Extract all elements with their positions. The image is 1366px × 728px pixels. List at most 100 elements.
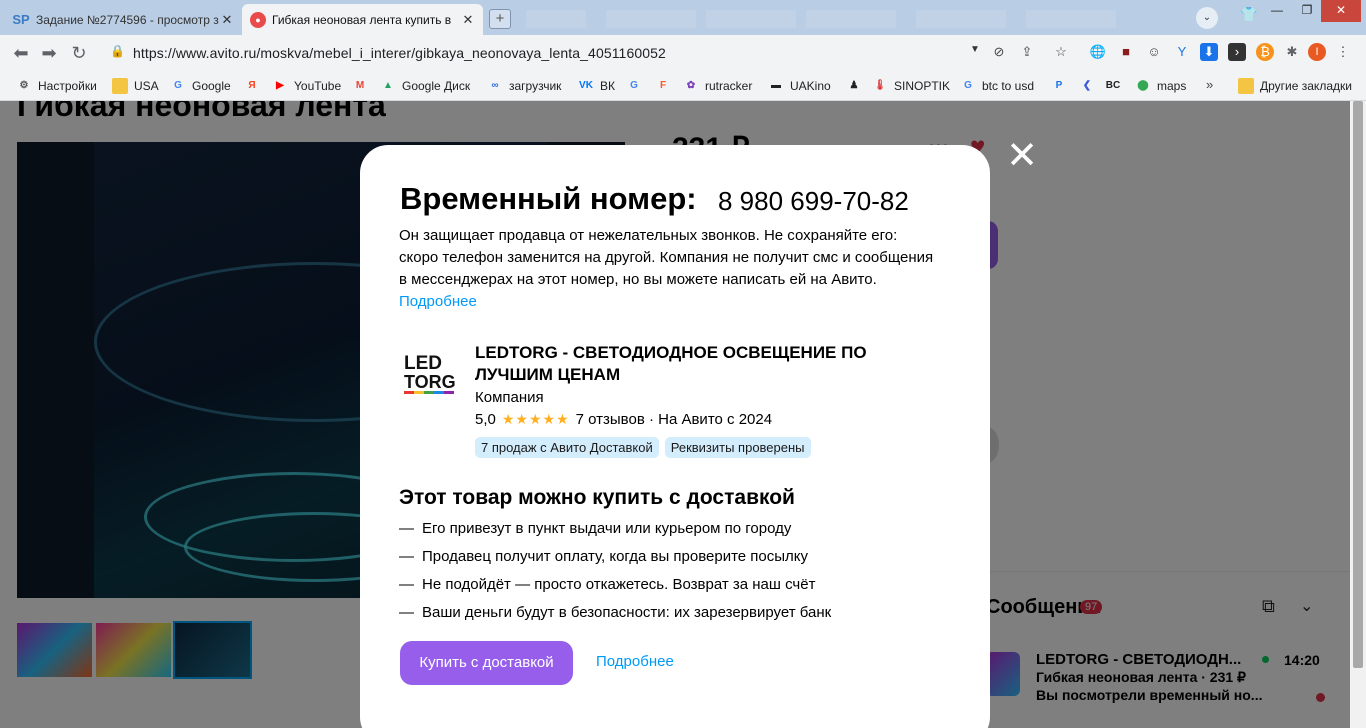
other-bookmarks[interactable]: Другие закладки bbox=[1238, 78, 1352, 94]
p-icon: P bbox=[1055, 80, 1063, 91]
minimize-button[interactable]: — bbox=[1260, 0, 1294, 22]
bookmark-item[interactable]: BC bbox=[1105, 78, 1127, 94]
tab-close-icon[interactable]: ✕ bbox=[461, 12, 475, 28]
bookmark-star-icon[interactable]: ☆ bbox=[1052, 43, 1070, 61]
bookmark-item[interactable]: ▶ YouTube bbox=[272, 78, 341, 94]
bookmark-label: ВК bbox=[600, 79, 615, 93]
url-text[interactable]: https://www.avito.ru/moskva/mebel_i_inte… bbox=[133, 45, 666, 61]
seller-name[interactable]: LEDTORG - СВЕТОДИОДНОЕ ОСВЕЩЕНИЕ ПО ЛУЧШ… bbox=[475, 342, 905, 386]
bookmark-item[interactable]: M bbox=[352, 78, 374, 94]
folder-icon bbox=[1238, 78, 1254, 94]
list-item: — Его привезут в пункт выдачи или курьеро… bbox=[399, 520, 792, 537]
more-info-link[interactable]: Подробнее bbox=[596, 653, 674, 670]
terminal-extension-icon[interactable]: › bbox=[1228, 43, 1246, 61]
uakino-icon: ▬ bbox=[771, 80, 781, 91]
y-extension-icon[interactable]: Y bbox=[1173, 43, 1191, 61]
rutracker-icon: ✿ bbox=[686, 80, 696, 91]
bookmark-item[interactable]: F bbox=[655, 78, 677, 94]
bookmark-item[interactable]: ✿ rutracker bbox=[683, 78, 753, 94]
close-modal-icon[interactable]: ✕ bbox=[1006, 137, 1038, 175]
bookmark-label: USA bbox=[134, 79, 159, 93]
bookmark-item[interactable]: P bbox=[1051, 78, 1073, 94]
ghost-tab[interactable] bbox=[526, 10, 586, 28]
description-text: Он защищает продавца от нежелательных зв… bbox=[399, 227, 934, 288]
ghost-tab[interactable] bbox=[706, 10, 796, 28]
extension-icon[interactable]: ■ bbox=[1117, 43, 1135, 61]
browser-toolbar: ⬅ ➡ ↻ 🔒 https://www.avito.ru/moskva/mebe… bbox=[0, 35, 1366, 101]
bookmark-label: UAKino bbox=[790, 79, 831, 93]
bookmarks-overflow-icon[interactable]: » bbox=[1206, 77, 1213, 92]
star-icon: ★★★★★ bbox=[501, 411, 570, 427]
bookmark-item[interactable]: G bbox=[626, 78, 648, 94]
drive-icon: ▲ bbox=[383, 80, 393, 91]
back-arrow-icon[interactable]: ⬅ bbox=[10, 42, 32, 64]
bookmark-item[interactable]: USA bbox=[112, 78, 159, 94]
new-tab-button[interactable]: + bbox=[489, 9, 511, 29]
page-scrollbar[interactable] bbox=[1350, 101, 1366, 728]
gear-icon: ⚙ bbox=[19, 80, 29, 91]
browser-tab-strip: SP Задание №2774596 - просмотр з ✕ ● Гиб… bbox=[0, 0, 1366, 35]
ghost-tab[interactable] bbox=[606, 10, 696, 28]
tab-title: Задание №2774596 - просмотр з bbox=[36, 12, 219, 27]
delivery-points: — Его привезут в пункт выдачи или курьеро… bbox=[399, 517, 831, 629]
bookmark-item[interactable]: ♟ bbox=[846, 78, 868, 94]
reload-icon[interactable]: ↻ bbox=[68, 42, 90, 64]
address-bar[interactable]: 🔒 https://www.avito.ru/moskva/mebel_i_in… bbox=[100, 39, 1000, 67]
ghost-tab[interactable] bbox=[806, 10, 896, 28]
tab-avito[interactable]: ● Гибкая неоновая лента купить в ✕ bbox=[242, 4, 483, 35]
face-extension-icon[interactable]: ☺ bbox=[1145, 43, 1163, 61]
buy-with-delivery-button[interactable]: Купить с доставкой bbox=[400, 641, 573, 685]
folder-icon bbox=[112, 78, 128, 94]
ghost-tab[interactable] bbox=[916, 10, 1006, 28]
globe-extension-icon[interactable]: 🌐 bbox=[1089, 43, 1107, 61]
seller-logo[interactable]: LED TORG bbox=[399, 351, 465, 397]
menu-icon[interactable]: ⋮ bbox=[1334, 43, 1352, 61]
maximize-button[interactable]: ❐ bbox=[1290, 0, 1324, 22]
sp-favicon-icon: SP bbox=[12, 12, 30, 27]
background-tabs bbox=[516, 4, 1176, 35]
bookmark-item[interactable]: ▬ UAKino bbox=[768, 78, 831, 94]
seller-badges: 7 продаж с Авито Доставкой Реквизиты про… bbox=[475, 437, 811, 458]
scrollbar-thumb[interactable] bbox=[1353, 101, 1363, 668]
close-window-button[interactable]: ✕ bbox=[1321, 0, 1361, 22]
bookmark-label: загрузчик bbox=[509, 79, 562, 93]
bookmark-item[interactable]: ∞ загрузчик bbox=[487, 78, 561, 94]
ledtorg-logo-icon: LED TORG bbox=[404, 353, 456, 394]
bookmark-item[interactable]: Я bbox=[244, 78, 266, 94]
description-more-link[interactable]: Подробнее bbox=[399, 293, 477, 310]
person-icon: ♟ bbox=[849, 80, 859, 91]
modal-title: Временный номер: bbox=[400, 181, 697, 216]
f-icon: F bbox=[659, 80, 667, 91]
bookmark-item[interactable]: ⬤ maps bbox=[1135, 78, 1186, 94]
bookmark-item[interactable]: ▲ Google Диск bbox=[380, 78, 470, 94]
modal-description: Он защищает продавца от нежелательных зв… bbox=[399, 225, 939, 313]
download-extension-icon[interactable]: ⬇ bbox=[1200, 43, 1218, 61]
bookmark-label: maps bbox=[1157, 79, 1187, 93]
badge-delivery-sales: 7 продаж с Авито Доставкой bbox=[475, 437, 659, 458]
bookmark-item[interactable]: VK ВК bbox=[578, 78, 615, 94]
shirt-icon[interactable]: 👕 bbox=[1240, 6, 1257, 23]
bookmark-item[interactable]: Gbtc to usd bbox=[960, 78, 1034, 94]
blocked-icon[interactable]: ⊘ bbox=[990, 43, 1008, 61]
vk-icon: VK bbox=[579, 80, 593, 91]
tab-task[interactable]: SP Задание №2774596 - просмотр з ✕ bbox=[4, 4, 242, 35]
bookmark-label: Google bbox=[192, 79, 231, 93]
list-item: — Продавец получит оплату, когда вы прове… bbox=[399, 548, 809, 565]
dropdown-arrow-icon[interactable]: ▼ bbox=[970, 44, 980, 55]
bookmark-item[interactable]: G Google bbox=[170, 78, 231, 94]
extensions-puzzle-icon[interactable]: ✱ bbox=[1283, 43, 1301, 61]
share-icon[interactable]: ⇪ bbox=[1018, 43, 1036, 61]
reviews-link[interactable]: 7 отзывов · На Авито с 2024 bbox=[576, 411, 772, 428]
bookmark-item[interactable]: 🌡 SINOPTIK bbox=[872, 78, 950, 94]
bookmark-item[interactable]: ⚙ Настройки bbox=[16, 78, 97, 94]
forward-arrow-icon[interactable]: ➡ bbox=[38, 42, 60, 64]
bitcoin-icon[interactable]: ₿ bbox=[1256, 43, 1274, 61]
logo-text-top: LED bbox=[404, 353, 442, 374]
lock-icon[interactable]: 🔒 bbox=[110, 44, 125, 58]
tab-search-chevron-icon[interactable]: ⌄ bbox=[1196, 7, 1218, 29]
bookmark-label: Google Диск bbox=[402, 79, 471, 93]
ghost-tab[interactable] bbox=[1026, 10, 1116, 28]
profile-avatar[interactable]: I bbox=[1308, 43, 1326, 61]
tab-close-icon[interactable]: ✕ bbox=[220, 12, 234, 28]
bookmark-item[interactable]: ❮ bbox=[1079, 78, 1101, 94]
